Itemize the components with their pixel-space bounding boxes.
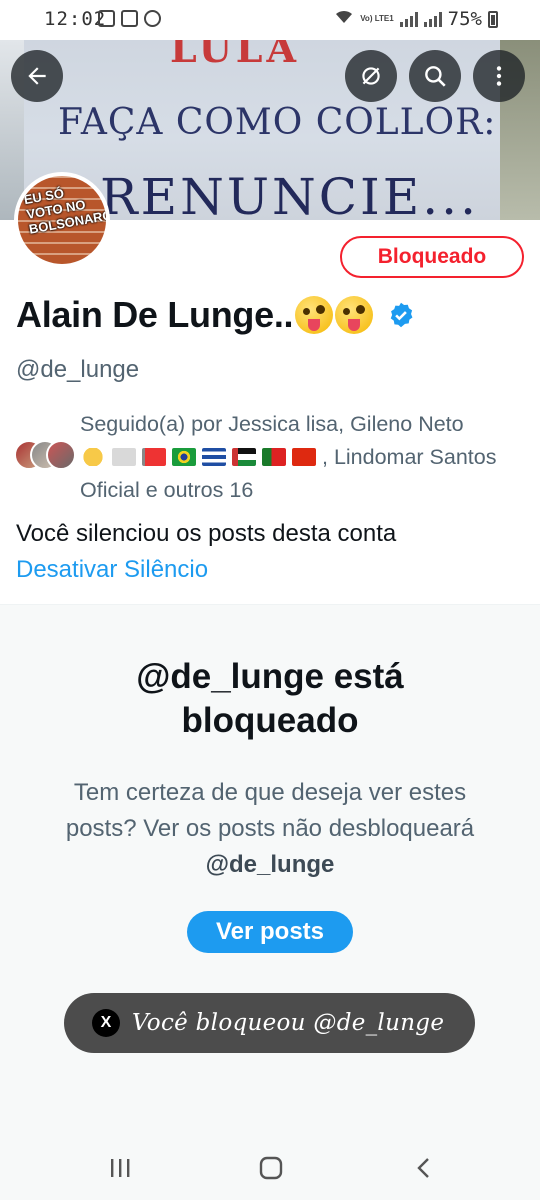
notification-icons xyxy=(98,10,161,27)
blocked-toast: X Você bloqueou @de_lunge xyxy=(64,993,475,1053)
home-button[interactable] xyxy=(251,1152,291,1184)
wifi-icon xyxy=(334,9,354,30)
notifications-button[interactable] xyxy=(345,50,397,102)
followed-by-names: Seguido(a) por Jessica lisa, Gileno Neto xyxy=(80,412,464,436)
blocked-button[interactable]: Bloqueado xyxy=(340,236,524,278)
more-vertical-icon xyxy=(496,66,502,86)
volte-label: Vo) LTE1 xyxy=(360,14,394,23)
back-button[interactable] xyxy=(11,50,63,102)
status-time: 12:02 xyxy=(44,8,107,30)
image-notification-icon xyxy=(121,10,138,27)
toast-text: Você bloqueou @de_lunge xyxy=(132,1010,445,1036)
blocked-description: Tem certeza de que deseja ver estes post… xyxy=(60,775,480,883)
winking-tongue-emoji-icon xyxy=(335,296,374,334)
followed-by-text: Seguido(a) por Jessica lisa, Gileno Neto… xyxy=(80,408,530,507)
recent-apps-button[interactable] xyxy=(100,1152,140,1184)
profile-handle: @de_lunge xyxy=(16,356,140,383)
signal-icon xyxy=(399,11,418,27)
search-button[interactable] xyxy=(409,50,461,102)
avatar[interactable]: EU SÓ VOTO NO BOLSONARO xyxy=(14,172,110,268)
battery-percent: 75% xyxy=(447,8,482,30)
unmute-link[interactable]: Desativar Silêncio xyxy=(16,556,208,584)
app-notification-icon xyxy=(144,10,161,27)
status-indicators: Vo) LTE1 75% xyxy=(334,8,498,30)
view-posts-button[interactable]: Ver posts xyxy=(187,911,353,953)
banner-text-top: LULA xyxy=(170,40,300,71)
china-flag-icon xyxy=(292,448,316,466)
battery-icon xyxy=(488,10,498,28)
portugal-flag-icon xyxy=(262,448,286,466)
red-flag-emoji-icon xyxy=(142,448,166,466)
follower-name-emojis xyxy=(80,445,322,469)
recent-apps-icon xyxy=(111,1159,130,1177)
status-bar: 12:02 Vo) LTE1 75% xyxy=(0,0,540,40)
blocked-title: @de_lunge está bloqueado xyxy=(0,655,540,743)
cuba-flag-icon xyxy=(202,448,226,466)
megaphone-emoji-icon xyxy=(112,448,136,466)
blocked-description-text: Tem certeza de que deseja ver estes post… xyxy=(65,779,475,842)
brazil-flag-icon xyxy=(172,448,196,466)
palestine-flag-icon xyxy=(232,448,256,466)
more-button[interactable] xyxy=(473,50,525,102)
system-nav-bar xyxy=(0,1136,540,1200)
banner-text-line2: RENUNCIE... xyxy=(100,168,479,220)
verified-badge-icon[interactable] xyxy=(387,301,415,329)
arrow-left-icon xyxy=(28,67,46,85)
banner-text-line1: FAÇA COMO COLLOR: xyxy=(58,102,497,143)
muted-notice: Você silenciou os posts desta conta xyxy=(16,520,397,547)
gallery-notification-icon xyxy=(98,10,115,27)
follower-avatar xyxy=(46,440,76,470)
notifications-off-icon xyxy=(362,67,380,85)
display-name: Alain De Lunge.. xyxy=(16,294,294,335)
winking-tongue-emoji-icon xyxy=(295,296,334,334)
signal-2-icon xyxy=(423,11,442,27)
blocked-panel: @de_lunge está bloqueado Tem certeza de … xyxy=(0,604,540,1136)
back-nav-button[interactable] xyxy=(404,1152,444,1184)
home-icon xyxy=(259,1156,283,1180)
x-logo-icon: X xyxy=(92,1009,120,1037)
display-name-row: Alain De Lunge.. xyxy=(16,294,415,336)
sunglasses-emoji-icon xyxy=(80,448,106,466)
blocked-description-handle: @de_lunge xyxy=(205,851,335,878)
back-icon xyxy=(417,1158,429,1178)
followed-by[interactable]: Seguido(a) por Jessica lisa, Gileno Neto… xyxy=(14,408,534,508)
blocked-title-text: @de_lunge está bloqueado xyxy=(136,657,404,740)
search-icon xyxy=(425,66,446,87)
avatar-text: EU SÓ VOTO NO BOLSONARO xyxy=(22,185,110,237)
